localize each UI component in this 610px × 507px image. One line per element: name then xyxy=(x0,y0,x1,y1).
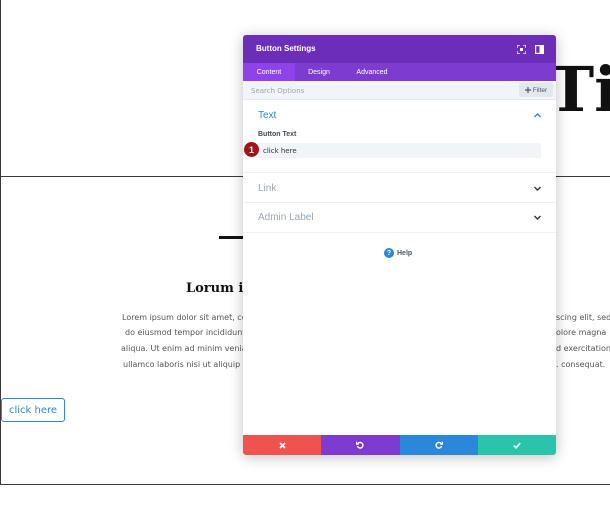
redo-button[interactable] xyxy=(399,435,478,455)
filter-label: Filter xyxy=(532,86,548,94)
section-separator xyxy=(243,172,556,173)
paragraph-line-right: scing elit, sed xyxy=(556,313,610,322)
toggle-link-section[interactable]: Link xyxy=(243,174,556,202)
undo-icon xyxy=(356,441,364,449)
toggle-text-section[interactable]: Text xyxy=(243,101,556,129)
sidebar-icon[interactable] xyxy=(533,43,545,55)
help-label: Help xyxy=(397,249,413,257)
redo-icon xyxy=(435,441,443,449)
expand-icon[interactable] xyxy=(515,43,527,55)
search-options-input[interactable] xyxy=(251,83,511,98)
section-border-bottom xyxy=(0,484,610,485)
tab-advanced[interactable]: Advanced xyxy=(343,63,401,81)
text-section-title: Text xyxy=(258,110,277,121)
tab-design[interactable]: Design xyxy=(295,63,343,81)
paragraph-line-left: aliqua. Ut enim ad minim veniam xyxy=(121,344,255,353)
section-separator xyxy=(243,232,556,233)
plus-icon xyxy=(524,87,531,93)
admin-label-section-title: Admin Label xyxy=(258,212,314,223)
question-icon: ? xyxy=(384,248,394,258)
save-button[interactable] xyxy=(477,435,556,455)
paragraph-line-right: olore magna xyxy=(556,328,607,337)
hero-title: Tit xyxy=(548,53,610,126)
paragraph-line-right: d exercitation xyxy=(556,344,610,353)
discard-button[interactable] xyxy=(243,435,322,455)
tab-bar: Content Design Advanced xyxy=(243,63,556,81)
button-text-input[interactable] xyxy=(258,143,541,158)
modal-footer xyxy=(243,435,556,455)
toggle-admin-label-section[interactable]: Admin Label xyxy=(243,203,556,231)
modal-header: Button Settings xyxy=(243,35,556,63)
filter-button[interactable]: Filter xyxy=(519,83,553,97)
undo-button[interactable] xyxy=(321,435,400,455)
modal-title: Button Settings xyxy=(256,44,316,53)
paragraph-line-left: do eiusmod tempor incididunt u xyxy=(125,328,254,337)
paragraph-line-left: Lorem ipsum dolor sit amet, cons xyxy=(122,313,256,322)
button-text-label: Button Text xyxy=(258,131,297,138)
paragraph-line-left: ullamco laboris nisi ut aliquip ex xyxy=(123,360,253,369)
tab-content[interactable]: Content xyxy=(243,63,295,81)
chevron-down-icon xyxy=(534,186,541,191)
page-click-here-button[interactable]: click here xyxy=(1,398,65,422)
check-icon xyxy=(513,441,521,449)
button-settings-modal: Button Settings Content Design Advanced … xyxy=(243,35,556,455)
search-row: Filter xyxy=(243,81,556,100)
chevron-down-icon xyxy=(534,215,541,220)
step-number-badge: 1 xyxy=(244,142,259,157)
link-section-title: Link xyxy=(258,183,277,194)
help-link[interactable]: ? Help xyxy=(384,247,412,259)
paragraph-line-right: . consequat. xyxy=(556,360,606,369)
chevron-up-icon xyxy=(534,113,541,118)
close-icon xyxy=(279,441,286,449)
